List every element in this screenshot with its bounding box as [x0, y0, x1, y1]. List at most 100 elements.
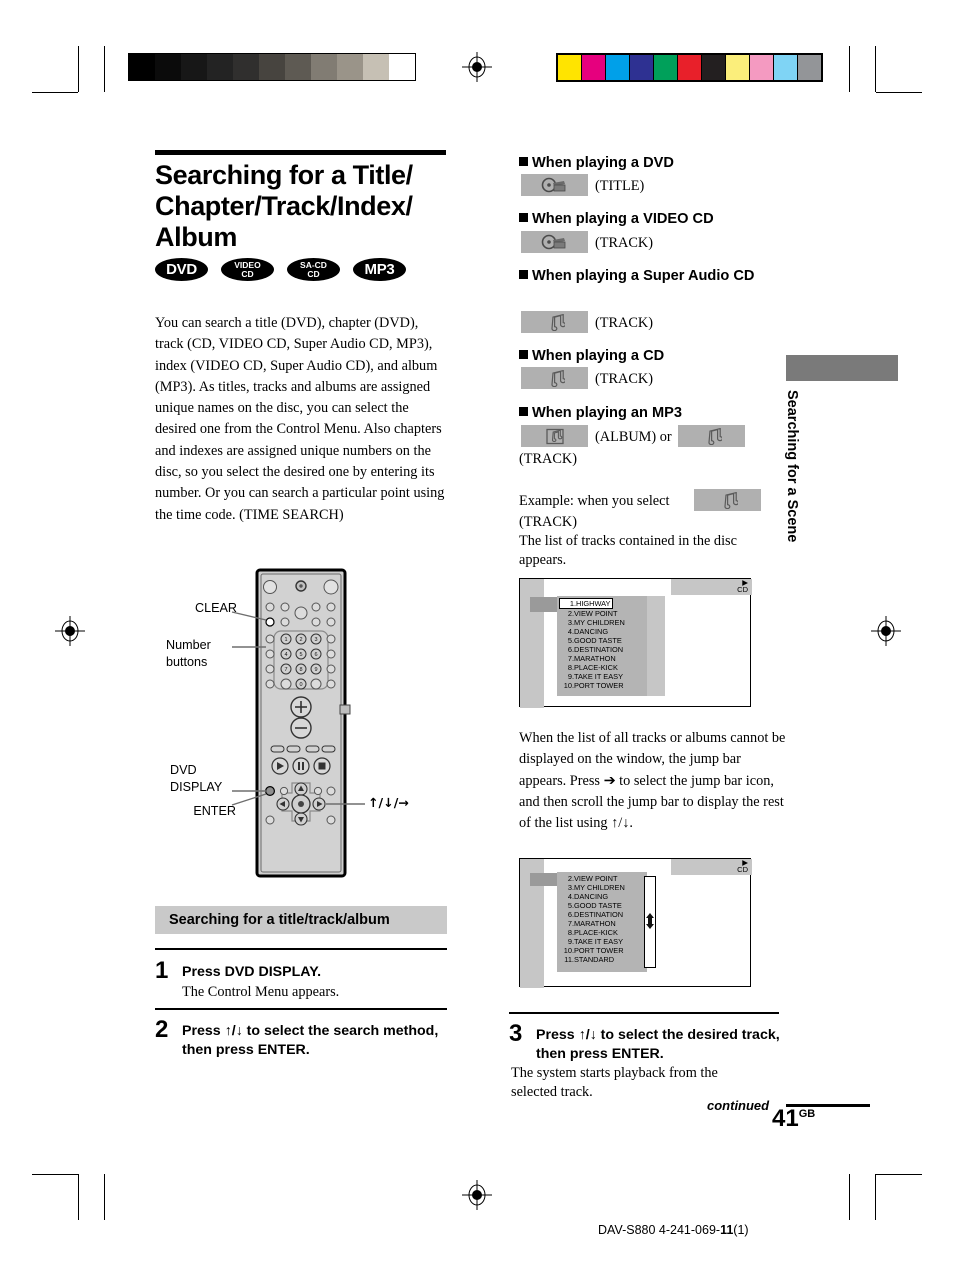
- example-icon-label: (TRACK): [519, 514, 577, 530]
- track-number: 5.: [567, 636, 574, 646]
- track-row[interactable]: 2.VIEW POINT: [559, 874, 643, 883]
- page-number-value: 41: [772, 1105, 799, 1132]
- track-row[interactable]: 2.VIEW POINT: [559, 609, 643, 618]
- disc-clapper-icon: [541, 177, 565, 193]
- step-3-detail-line-1: The system starts playback from the: [511, 1065, 718, 1081]
- svg-text:2: 2: [299, 637, 302, 643]
- track-number: 2.: [567, 609, 574, 619]
- subheading-video-cd-text: When playing a VIDEO CD: [532, 211, 714, 227]
- svg-text:7: 7: [284, 667, 287, 673]
- track-row[interactable]: 6.DESTINATION: [559, 910, 643, 919]
- subheading-super-audio-cd: When playing a Super Audio CD: [519, 266, 769, 287]
- registration-mark-right: [871, 616, 901, 646]
- bullet-square-icon: [519, 213, 528, 222]
- music-note-icon: [550, 313, 565, 331]
- svg-text:6: 6: [314, 652, 317, 658]
- track-name: MY CHILDREN: [574, 618, 625, 628]
- track-row[interactable]: 5.GOOD TASTE: [559, 901, 643, 910]
- page-title: Searching for a Title/ Chapter/Track/Ind…: [155, 160, 455, 253]
- track-row[interactable]: 9.TAKE IT EASY: [559, 937, 643, 946]
- track-name: PLACE-KICK: [574, 663, 618, 673]
- track-name: TAKE IT EASY: [574, 937, 624, 947]
- badge-mp3-label: MP3: [364, 261, 395, 278]
- subheading-dvd-text: When playing a DVD: [532, 155, 674, 171]
- track-row[interactable]: 11.STANDARD: [559, 955, 643, 964]
- track-number: 10.: [563, 681, 574, 691]
- music-note-icon: [723, 491, 738, 509]
- svg-text:5: 5: [299, 652, 302, 658]
- subheading-super-audio-cd-text: When playing a Super Audio CD: [532, 268, 755, 284]
- track-row[interactable]: 7.MARATHON: [559, 654, 643, 663]
- track-row[interactable]: 8.PLACE-KICK: [559, 663, 643, 672]
- intro-paragraph: You can search a title (DVD), chapter (D…: [155, 315, 445, 523]
- step-3-instruction: Press ↑/↓ to select the desired track, t…: [536, 1026, 804, 1064]
- track-row[interactable]: 7.MARATHON: [559, 919, 643, 928]
- step-1-number: 1: [155, 957, 169, 984]
- track-row[interactable]: 8.PLACE-KICK: [559, 928, 643, 937]
- jump-bar-handle-icon[interactable]: [643, 913, 657, 929]
- svg-text:3: 3: [314, 637, 317, 643]
- title-rule: [155, 150, 446, 155]
- example-intro-text: Example: when you select: [519, 493, 670, 509]
- screen-1-disc-status: ▶ CD: [710, 579, 748, 594]
- step-2-number: 2: [155, 1016, 169, 1043]
- screen-1-selection-block: [530, 597, 560, 612]
- remote-label-dvd-display: DVD DISPLAY: [170, 762, 236, 796]
- icon-label-title: (TITLE): [595, 178, 645, 194]
- step-1-instruction: Press DVD DISPLAY.: [182, 964, 322, 980]
- remote-label-number-buttons: Number buttons: [166, 637, 236, 671]
- track-number: 9.: [567, 937, 574, 947]
- track-number: 4.: [567, 627, 574, 637]
- icon-label-track-cd: (TRACK): [595, 371, 653, 387]
- track-number: 7.: [567, 654, 574, 664]
- track-row[interactable]: 10.PORT TOWER: [559, 681, 643, 690]
- step-3-instruction-line-1: Press ↑/↓ to select the desired track,: [536, 1027, 780, 1043]
- remote-label-arrow-keys: ↑/↓/→: [368, 795, 409, 810]
- subheading-dvd: When playing a DVD: [519, 153, 674, 173]
- icon-box-album: [521, 425, 588, 447]
- track-row[interactable]: 4.DANCING: [559, 627, 643, 636]
- screen-1-disc-label: CD: [737, 585, 748, 594]
- track-number: 6.: [567, 910, 574, 920]
- badge-sa-cd-label-1: SA-CD: [300, 259, 327, 270]
- icon-box-track-sacd: [521, 311, 588, 333]
- track-row[interactable]: 6.DESTINATION: [559, 645, 643, 654]
- step-divider-1: [155, 948, 447, 950]
- track-row[interactable]: 4.DANCING: [559, 892, 643, 901]
- track-name: GOOD TASTE: [574, 636, 622, 646]
- track-name: DANCING: [574, 627, 609, 637]
- disc-clapper-icon: [541, 234, 565, 250]
- step-1-detail: The Control Menu appears.: [182, 984, 340, 1000]
- footer-code-revision: 11: [720, 1223, 734, 1237]
- track-row[interactable]: 9.TAKE IT EASY: [559, 672, 643, 681]
- registration-mark-left: [55, 616, 85, 646]
- color-calibration-bar: [556, 53, 823, 82]
- track-number: 8.: [567, 928, 574, 938]
- track-list-screen-2: ▶ CD 2.VIEW POINT 3.MY CHILDREN 4.DANCING 5…: [519, 858, 752, 988]
- svg-text:4: 4: [284, 652, 287, 658]
- disc-type-badges: DVD VIDEO CD SA-CD CD MP3: [155, 258, 406, 281]
- subheading-mp3: When playing an MP3: [519, 403, 682, 423]
- track-row[interactable]: 5.GOOD TASTE: [559, 636, 643, 645]
- subheading-video-cd: When playing a VIDEO CD: [519, 209, 714, 229]
- bullet-square-icon: [519, 157, 528, 166]
- page-region-label: GB: [798, 1108, 816, 1120]
- footer-document-code: DAV-S880 4-241-069-11(1): [598, 1223, 749, 1237]
- track-row[interactable]: 1.HIGHWAY: [559, 598, 643, 610]
- dvd-display-button: [264, 786, 275, 797]
- icon-box-title: [521, 174, 588, 196]
- step-2-instruction: Press ↑/↓ to select the search method, t…: [182, 1022, 446, 1060]
- track-number: 4.: [567, 892, 574, 902]
- track-number: 8.: [567, 663, 574, 673]
- track-name: DANCING: [574, 892, 609, 902]
- continued-label: continued: [707, 1098, 770, 1113]
- icon-box-track-vcd: [521, 231, 588, 253]
- badge-dvd-label: DVD: [166, 261, 197, 278]
- track-row[interactable]: 10.PORT TOWER: [559, 946, 643, 955]
- jumpbar-note: When the list of all tracks or albums ca…: [519, 730, 786, 832]
- track-number: 7.: [567, 919, 574, 929]
- track-row[interactable]: 3.MY CHILDREN: [559, 618, 643, 627]
- music-note-icon: [550, 369, 565, 387]
- track-row[interactable]: 3.MY CHILDREN: [559, 883, 643, 892]
- bullet-square-icon: [519, 270, 528, 279]
